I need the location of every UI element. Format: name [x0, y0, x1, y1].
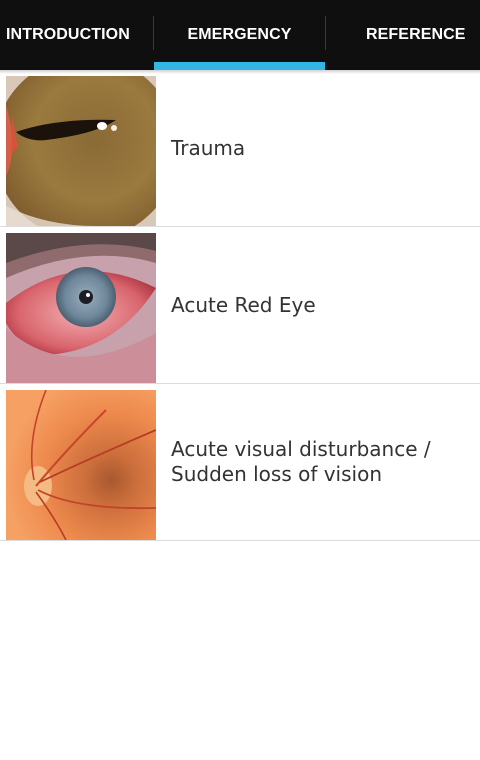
tab-introduction-label: INTRODUCTION — [6, 26, 130, 43]
emergency-topic-list: Trauma Acute Red Eye Acute visual distur… — [0, 70, 480, 541]
tab-introduction[interactable]: INTRODUCTION — [0, 0, 136, 70]
retina-fundus-thumbnail — [6, 390, 156, 540]
tab-reference[interactable]: REFERENCE — [341, 0, 480, 70]
tab-divider — [325, 16, 326, 50]
eye-trauma-thumbnail — [6, 76, 156, 226]
list-item-acute-visual-disturbance[interactable]: Acute visual disturbance / Sudden loss o… — [0, 384, 480, 541]
tab-emergency[interactable]: EMERGENCY — [154, 0, 325, 70]
list-item-acute-red-eye[interactable]: Acute Red Eye — [0, 227, 480, 384]
list-item-label: Acute Red Eye — [171, 292, 316, 317]
tab-emergency-label: EMERGENCY — [187, 26, 292, 43]
list-item-label: Trauma — [171, 135, 246, 160]
tab-bar: INTRODUCTION EMERGENCY REFERENCE — [0, 0, 480, 70]
selected-tab-indicator — [154, 62, 325, 70]
list-item-trauma[interactable]: Trauma — [0, 70, 480, 227]
list-item-label: Acute visual disturbance / Sudden loss o… — [171, 437, 431, 486]
tab-reference-label: REFERENCE — [366, 26, 466, 43]
red-eye-thumbnail — [6, 233, 156, 383]
